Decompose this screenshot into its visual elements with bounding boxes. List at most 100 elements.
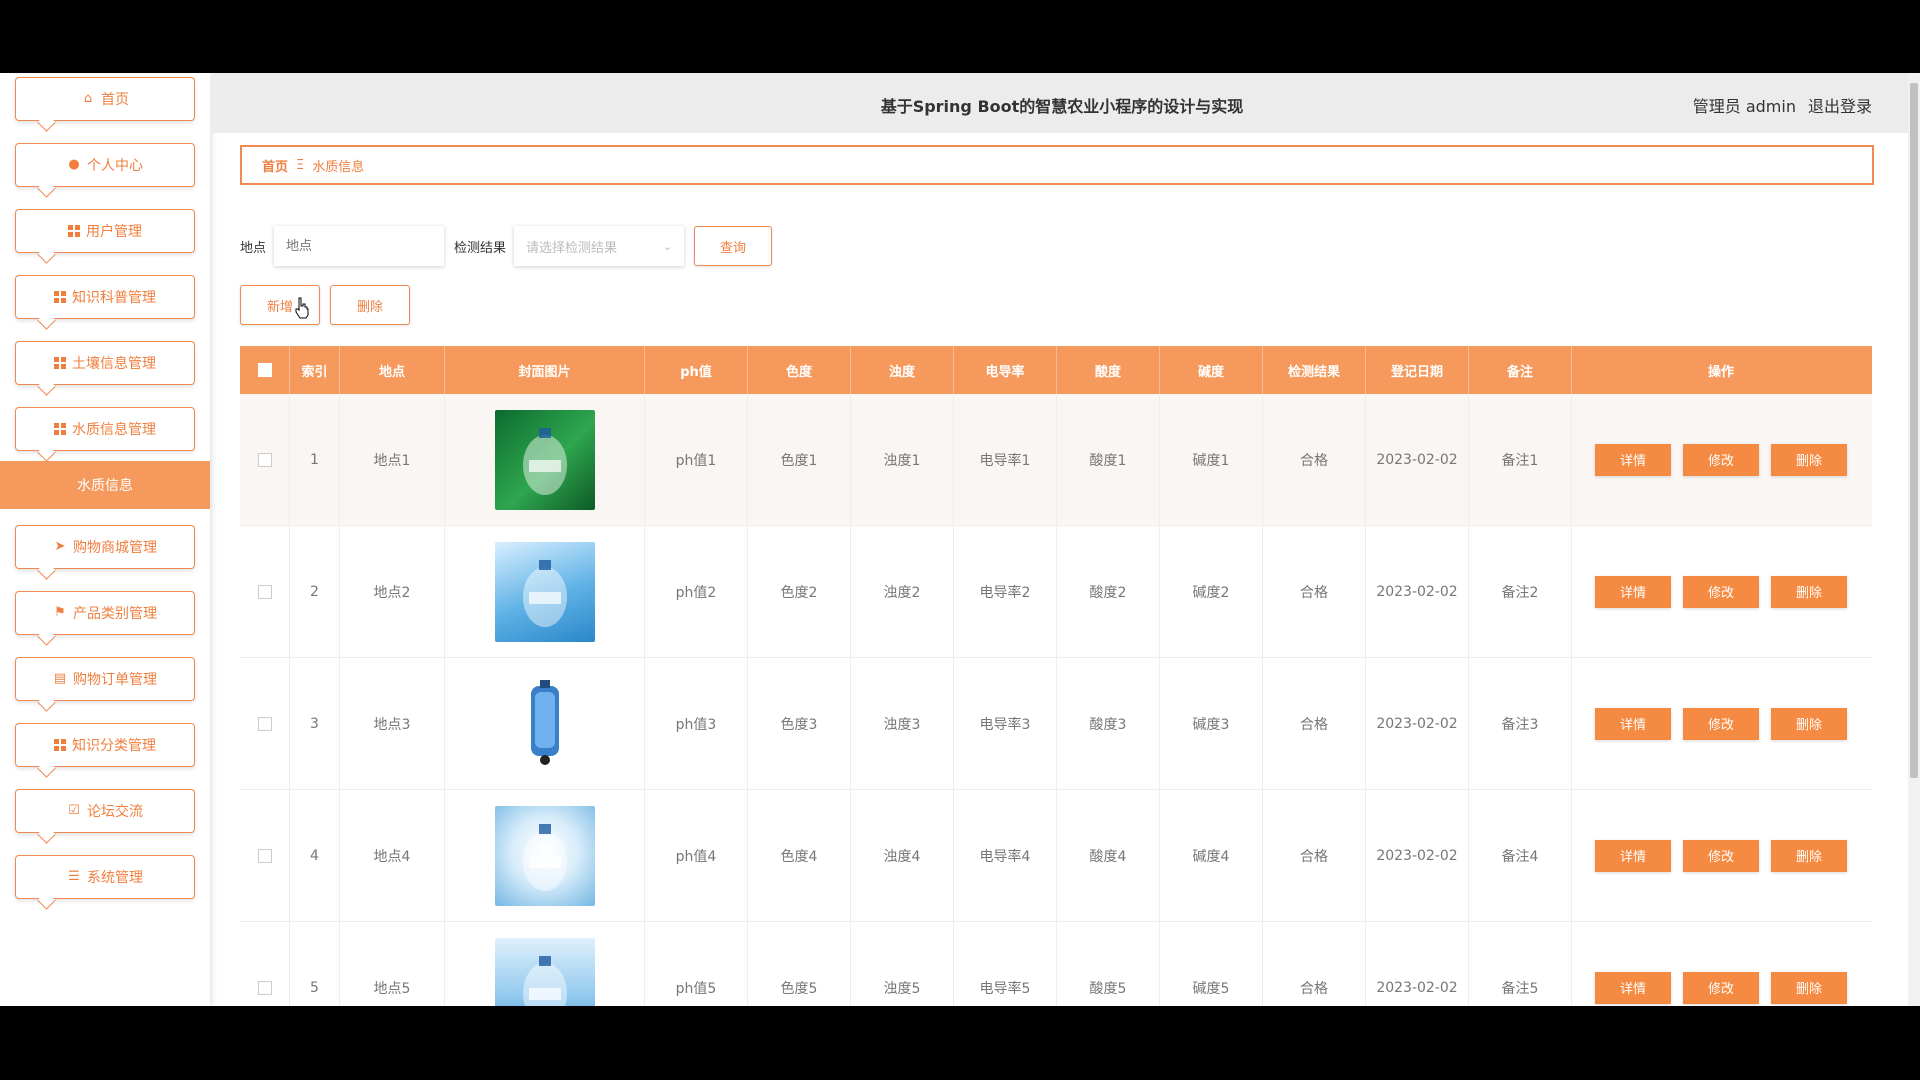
sidebar-item-shop[interactable]: ➤ 购物商城管理 xyxy=(15,525,195,569)
sidebar-item-label: 知识分类管理 xyxy=(72,738,156,754)
column-header: 酸度 xyxy=(1057,346,1160,394)
breadcrumb-home[interactable]: 首页 xyxy=(262,156,288,175)
edit-button[interactable]: 修改 xyxy=(1683,707,1759,740)
edit-button[interactable]: 修改 xyxy=(1683,443,1759,476)
sidebar-item-knowledge-category[interactable]: 知识分类管理 xyxy=(15,723,195,767)
column-header: 登记日期 xyxy=(1366,346,1469,394)
sidebar-item-soil[interactable]: 土壤信息管理 xyxy=(15,341,195,385)
delete-row-button[interactable]: 删除 xyxy=(1771,575,1847,608)
cell-date: 2023-02-02 xyxy=(1366,658,1469,789)
cell-alkalinity: 碱度4 xyxy=(1160,790,1263,921)
sidebar: ⌂ 首页 ● 个人中心 用户管理 知识科普管理 土壤信息管理 水质信息管理 水质… xyxy=(0,73,210,1006)
detail-button[interactable]: 详情 xyxy=(1595,575,1671,608)
delete-row-button[interactable]: 删除 xyxy=(1771,971,1847,1004)
sidebar-item-label: 购物订单管理 xyxy=(73,672,157,688)
water-bottle-image xyxy=(494,541,595,642)
cell-color: 色度1 xyxy=(748,394,851,525)
cell-result: 合格 xyxy=(1263,394,1366,525)
delete-row-button[interactable]: 删除 xyxy=(1771,443,1847,476)
table-row: 1 地点1 ph值1 色度1 浊度1 电导率1 酸度1 碱度1 合格 2023-02-02 备注1 … xyxy=(240,394,1872,526)
mouse-cursor-icon xyxy=(295,297,309,319)
edit-button[interactable]: 修改 xyxy=(1683,575,1759,608)
sidebar-item-profile[interactable]: ● 个人中心 xyxy=(15,143,195,187)
cell-date: 2023-02-02 xyxy=(1366,394,1469,525)
table-row: 2 地点2 ph值2 色度2 浊度2 电导率2 酸度2 碱度2 合格 2023-02-02 备注2 … xyxy=(240,526,1872,658)
admin-label: 管理员 admin xyxy=(1692,97,1796,116)
table-row: 5 地点5 ph值5 色度5 浊度5 电导率5 酸度5 碱度5 合格 2023-02-02 备注5 … xyxy=(240,922,1872,1006)
cell-index: 2 xyxy=(290,526,340,657)
cell-alkalinity: 碱度3 xyxy=(1160,658,1263,789)
sidebar-item-forum[interactable]: ☑ 论坛交流 xyxy=(15,789,195,833)
cell-date: 2023-02-02 xyxy=(1366,922,1469,1006)
cell-conductivity: 电导率1 xyxy=(954,394,1057,525)
list-icon: ☰ xyxy=(68,869,80,884)
delete-selected-button[interactable]: 删除 xyxy=(330,285,410,325)
result-select[interactable]: 请选择检测结果 ⌄ xyxy=(514,226,684,266)
cell-note: 备注3 xyxy=(1469,658,1572,789)
column-header: 地点 xyxy=(340,346,445,394)
logout-link[interactable]: 退出登录 xyxy=(1808,93,1872,117)
cell-result: 合格 xyxy=(1263,658,1366,789)
sidebar-subitem-water-info[interactable]: 水质信息 xyxy=(0,461,210,509)
edit-button[interactable]: 修改 xyxy=(1683,839,1759,872)
sidebar-item-home[interactable]: ⌂ 首页 xyxy=(15,77,195,121)
page-title: 基于Spring Boot的智慧农业小程序的设计与实现 xyxy=(880,97,1244,116)
sidebar-item-water[interactable]: 水质信息管理 xyxy=(15,407,195,451)
checkbox-cell xyxy=(240,922,290,1006)
detail-button[interactable]: 详情 xyxy=(1595,443,1671,476)
home-icon: ⌂ xyxy=(83,91,93,106)
sidebar-item-label: 土壤信息管理 xyxy=(72,356,156,372)
breadcrumb-current: 水质信息 xyxy=(312,159,365,175)
detail-button[interactable]: 详情 xyxy=(1595,707,1671,740)
row-checkbox[interactable] xyxy=(257,980,272,995)
action-bar: 新增 删除 xyxy=(240,285,410,325)
row-checkbox[interactable] xyxy=(257,584,272,599)
grid-icon xyxy=(54,357,66,369)
top-header: 基于Spring Boot的智慧农业小程序的设计与实现 管理员 admin 退出… xyxy=(212,73,1908,133)
cell-actions: 详情 修改 删除 xyxy=(1572,394,1870,525)
breadcrumb-separator: Ξ xyxy=(296,157,305,173)
scrollbar-thumb[interactable] xyxy=(1910,83,1918,778)
column-header: 电导率 xyxy=(954,346,1057,394)
cell-conductivity: 电导率4 xyxy=(954,790,1057,921)
row-checkbox[interactable] xyxy=(257,848,272,863)
delete-row-button[interactable]: 删除 xyxy=(1771,839,1847,872)
delete-row-button[interactable]: 删除 xyxy=(1771,707,1847,740)
sidebar-item-users[interactable]: 用户管理 xyxy=(15,209,195,253)
column-header: 操作 xyxy=(1707,364,1734,380)
detail-button[interactable]: 详情 xyxy=(1595,839,1671,872)
column-header: 色度 xyxy=(748,346,851,394)
cell-turbidity: 浊度3 xyxy=(851,658,954,789)
sidebar-item-label: 系统管理 xyxy=(87,870,143,886)
cell-location: 地点2 xyxy=(340,526,445,657)
select-all-checkbox[interactable] xyxy=(257,363,272,377)
cell-location: 地点1 xyxy=(340,394,445,525)
cell-actions: 详情 修改 删除 xyxy=(1572,922,1870,1006)
water-bottle-image xyxy=(494,409,595,510)
cell-ph: ph值2 xyxy=(645,526,748,657)
cell-acidity: 酸度4 xyxy=(1057,790,1160,921)
water-bottle-image xyxy=(494,805,595,906)
send-icon: ➤ xyxy=(54,539,66,554)
sidebar-item-category[interactable]: ⚑ 产品类别管理 xyxy=(15,591,195,635)
sidebar-item-knowledge[interactable]: 知识科普管理 xyxy=(15,275,195,319)
sidebar-item-orders[interactable]: ▤ 购物订单管理 xyxy=(15,657,195,701)
cell-turbidity: 浊度5 xyxy=(851,922,954,1006)
row-checkbox[interactable] xyxy=(257,452,272,467)
result-select-placeholder: 请选择检测结果 xyxy=(526,240,618,256)
location-label: 地点 xyxy=(240,240,267,256)
cell-acidity: 酸度1 xyxy=(1057,394,1160,525)
query-button[interactable]: 查询 xyxy=(694,226,773,266)
sidebar-item-label: 用户管理 xyxy=(86,224,142,240)
cell-index: 1 xyxy=(290,394,340,525)
detail-button[interactable]: 详情 xyxy=(1595,971,1671,1004)
row-checkbox[interactable] xyxy=(257,716,272,731)
edit-button[interactable]: 修改 xyxy=(1683,971,1759,1004)
flag-icon: ⚑ xyxy=(54,605,66,620)
sidebar-item-system[interactable]: ☰ 系统管理 xyxy=(15,855,195,899)
location-input[interactable] xyxy=(274,226,445,266)
cell-actions: 详情 修改 删除 xyxy=(1572,526,1870,657)
scrollbar[interactable] xyxy=(1908,73,1920,1006)
grid-icon xyxy=(54,423,66,435)
column-header: 碱度 xyxy=(1160,346,1263,394)
